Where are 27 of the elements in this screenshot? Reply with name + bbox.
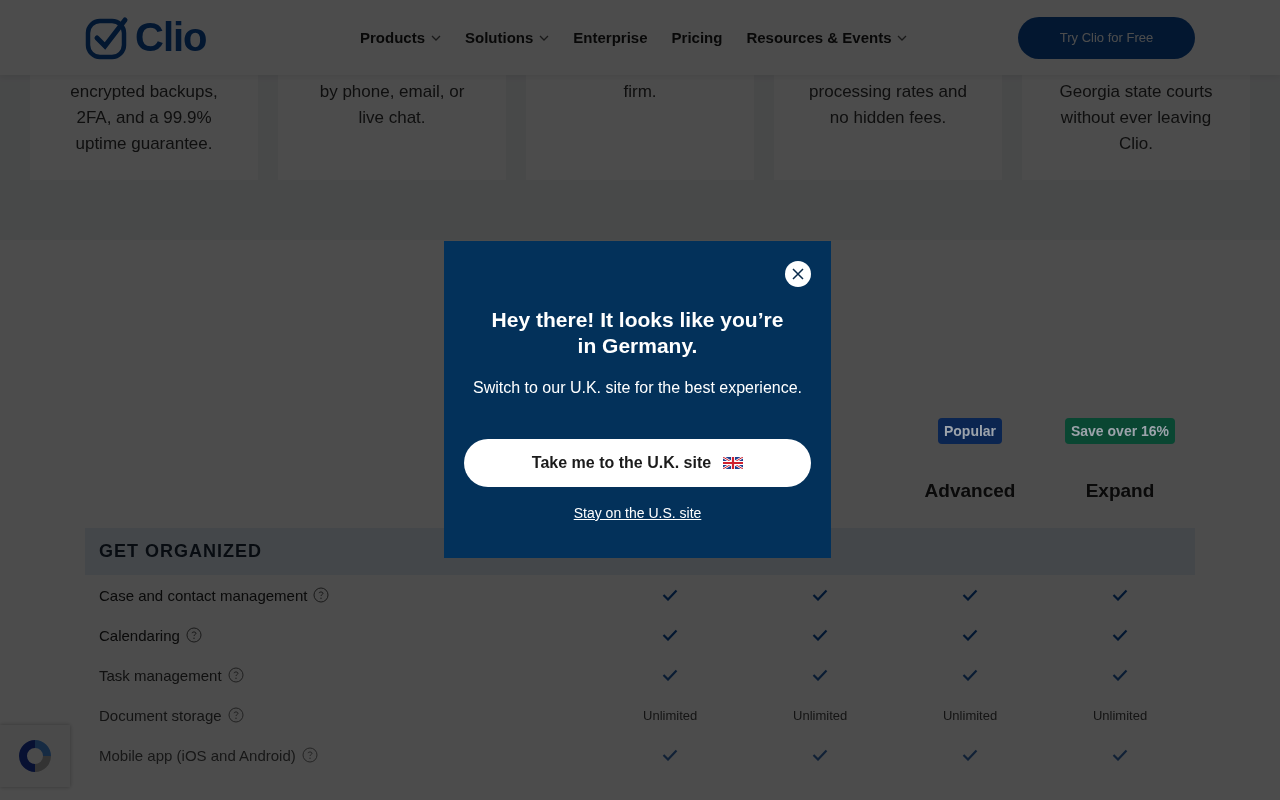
feature-description: encrypted backups, 2FA, and a 99.9% uptime guarantee. bbox=[69, 81, 219, 155]
feature-description: by phone, email, or live chat. bbox=[318, 81, 466, 129]
section-title: GET ORGANIZED bbox=[99, 541, 262, 562]
feature-name: Task management bbox=[99, 666, 222, 684]
uk-flag-icon bbox=[723, 457, 744, 469]
table-cell: Unlimited bbox=[1092, 707, 1148, 723]
modal-title: Hey there! It looks like you’re in Germany. bbox=[490, 307, 785, 359]
plan-badge: Save over 16% bbox=[1064, 418, 1176, 444]
table-cell: Unlimited bbox=[793, 707, 848, 723]
modal-message: Switch to our U.K. site for the best experience. bbox=[472, 379, 802, 397]
table-cell: Unlimited bbox=[943, 707, 998, 723]
table-cell: Unlimited bbox=[643, 707, 698, 723]
us-site-link[interactable]: Stay on the U.S. site bbox=[573, 505, 702, 521]
feature-description: processing rates and no hidden fees. bbox=[808, 81, 968, 129]
feature-description: Georgia state courts without ever leaving Clio. bbox=[1058, 81, 1214, 155]
plan-name: Expand bbox=[1085, 480, 1155, 502]
feature-name: Case and contact management bbox=[99, 586, 308, 604]
close-icon bbox=[792, 268, 804, 280]
close-button[interactable] bbox=[785, 261, 811, 287]
feature-name: Document storage bbox=[99, 706, 222, 724]
plan-badge: Popular bbox=[937, 418, 1003, 444]
nav-link[interactable]: Enterprise bbox=[573, 29, 648, 46]
nav-link[interactable]: Pricing bbox=[671, 29, 723, 46]
uk-site-button[interactable]: Take me to the U.K. site bbox=[464, 439, 811, 487]
feature-description: firm. bbox=[622, 81, 658, 103]
plan-name: Advanced bbox=[924, 480, 1016, 502]
feature-name: Calendaring bbox=[99, 626, 180, 644]
